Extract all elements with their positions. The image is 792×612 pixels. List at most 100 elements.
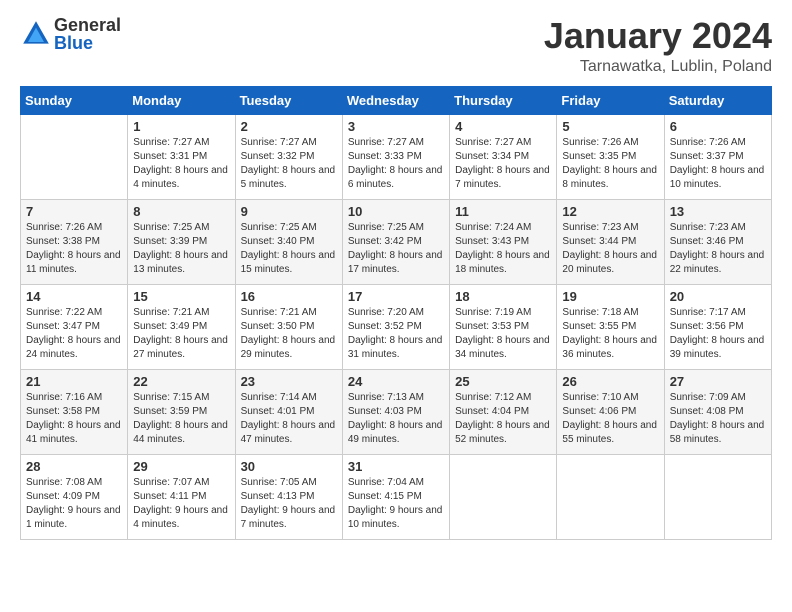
day-cell: 30 Sunrise: 7:05 AMSunset: 4:13 PMDayligh… [235,454,342,539]
day-number: 14 [26,289,122,304]
logo-general-text: General [54,16,121,34]
day-info: Sunrise: 7:10 AMSunset: 4:06 PMDaylight:… [562,391,658,447]
day-number: 25 [455,374,551,389]
day-info: Sunrise: 7:26 AMSunset: 3:37 PMDaylight:… [670,136,766,192]
day-cell: 24Sunrise: 7:13 AMSunset: 4:03 PMDayligh… [342,369,449,454]
header-friday: Friday [557,86,664,114]
day-info: Sunrise: 7:27 AMSunset: 3:33 PMDaylight:… [348,136,444,192]
day-cell: 14 Sunrise: 7:22 AMSunset: 3:47 PMDayligh… [21,284,128,369]
day-number: 18 [455,289,551,304]
day-number: 10 [348,204,444,219]
day-cell [557,454,664,539]
header-monday: Monday [128,86,235,114]
day-info: Sunrise: 7:09 AMSunset: 4:08 PMDaylight:… [670,391,766,447]
day-number: 23 [241,374,337,389]
day-cell: 1 Sunrise: 7:27 AMSunset: 3:31 PMDaylight… [128,114,235,199]
day-cell: 9 Sunrise: 7:25 AMSunset: 3:40 PMDaylight… [235,199,342,284]
week-row-1: 7 Sunrise: 7:26 AMSunset: 3:38 PMDaylight… [21,199,772,284]
header-saturday: Saturday [664,86,771,114]
day-info: Sunrise: 7:21 AMSunset: 3:50 PMDaylight:… [241,306,337,362]
day-info: Sunrise: 7:27 AMSunset: 3:34 PMDaylight:… [455,136,551,192]
header: General Blue January 2024 Tarnawatka, Lu… [20,16,772,76]
day-info: Sunrise: 7:25 AMSunset: 3:40 PMDaylight:… [241,221,337,277]
header-tuesday: Tuesday [235,86,342,114]
week-row-0: 1 Sunrise: 7:27 AMSunset: 3:31 PMDaylight… [21,114,772,199]
day-info: Sunrise: 7:26 AMSunset: 3:38 PMDaylight:… [26,221,122,277]
day-cell: 28 Sunrise: 7:08 AMSunset: 4:09 PMDayligh… [21,454,128,539]
weekday-header-row: Sunday Monday Tuesday Wednesday Thursday… [21,86,772,114]
title-section: January 2024 Tarnawatka, Lublin, Poland [544,16,772,76]
day-cell: 21 Sunrise: 7:16 AMSunset: 3:58 PMDayligh… [21,369,128,454]
day-number: 4 [455,119,551,134]
logo-blue-text: Blue [54,34,121,52]
day-info: Sunrise: 7:16 AMSunset: 3:58 PMDaylight:… [26,391,122,447]
day-cell: 26 Sunrise: 7:10 AMSunset: 4:06 PMDayligh… [557,369,664,454]
day-cell: 12Sunrise: 7:23 AMSunset: 3:44 PMDayligh… [557,199,664,284]
day-info: Sunrise: 7:24 AMSunset: 3:43 PMDaylight:… [455,221,551,277]
day-info: Sunrise: 7:22 AMSunset: 3:47 PMDaylight:… [26,306,122,362]
day-cell [21,114,128,199]
day-number: 26 [562,374,658,389]
day-number: 1 [133,119,229,134]
day-info: Sunrise: 7:08 AMSunset: 4:09 PMDaylight:… [26,476,122,532]
logo: General Blue [20,16,121,52]
day-info: Sunrise: 7:17 AMSunset: 3:56 PMDaylight:… [670,306,766,362]
day-number: 29 [133,459,229,474]
day-number: 27 [670,374,766,389]
day-number: 20 [670,289,766,304]
day-number: 19 [562,289,658,304]
day-info: Sunrise: 7:25 AMSunset: 3:39 PMDaylight:… [133,221,229,277]
day-cell: 13Sunrise: 7:23 AMSunset: 3:46 PMDayligh… [664,199,771,284]
day-number: 7 [26,204,122,219]
week-row-3: 21 Sunrise: 7:16 AMSunset: 3:58 PMDayligh… [21,369,772,454]
page: General Blue January 2024 Tarnawatka, Lu… [0,0,792,612]
day-cell: 23Sunrise: 7:14 AMSunset: 4:01 PMDayligh… [235,369,342,454]
day-number: 12 [562,204,658,219]
day-number: 21 [26,374,122,389]
day-number: 17 [348,289,444,304]
day-cell: 7 Sunrise: 7:26 AMSunset: 3:38 PMDaylight… [21,199,128,284]
header-wednesday: Wednesday [342,86,449,114]
day-cell: 15Sunrise: 7:21 AMSunset: 3:49 PMDayligh… [128,284,235,369]
day-number: 22 [133,374,229,389]
day-info: Sunrise: 7:15 AMSunset: 3:59 PMDaylight:… [133,391,229,447]
week-row-2: 14 Sunrise: 7:22 AMSunset: 3:47 PMDayligh… [21,284,772,369]
day-number: 28 [26,459,122,474]
day-cell: 17 Sunrise: 7:20 AMSunset: 3:52 PMDayligh… [342,284,449,369]
day-info: Sunrise: 7:27 AMSunset: 3:32 PMDaylight:… [241,136,337,192]
day-number: 11 [455,204,551,219]
day-info: Sunrise: 7:12 AMSunset: 4:04 PMDaylight:… [455,391,551,447]
day-cell: 31 Sunrise: 7:04 AMSunset: 4:15 PMDayligh… [342,454,449,539]
day-info: Sunrise: 7:04 AMSunset: 4:15 PMDaylight:… [348,476,444,532]
header-sunday: Sunday [21,86,128,114]
day-number: 9 [241,204,337,219]
logo-text: General Blue [54,16,121,52]
day-info: Sunrise: 7:21 AMSunset: 3:49 PMDaylight:… [133,306,229,362]
header-thursday: Thursday [450,86,557,114]
day-cell: 8 Sunrise: 7:25 AMSunset: 3:39 PMDaylight… [128,199,235,284]
day-info: Sunrise: 7:07 AMSunset: 4:11 PMDaylight:… [133,476,229,532]
day-cell: 16 Sunrise: 7:21 AMSunset: 3:50 PMDayligh… [235,284,342,369]
week-row-4: 28 Sunrise: 7:08 AMSunset: 4:09 PMDayligh… [21,454,772,539]
calendar-table: Sunday Monday Tuesday Wednesday Thursday… [20,86,772,540]
day-number: 30 [241,459,337,474]
day-info: Sunrise: 7:13 AMSunset: 4:03 PMDaylight:… [348,391,444,447]
day-info: Sunrise: 7:26 AMSunset: 3:35 PMDaylight:… [562,136,658,192]
day-cell: 2 Sunrise: 7:27 AMSunset: 3:32 PMDaylight… [235,114,342,199]
day-cell: 20 Sunrise: 7:17 AMSunset: 3:56 PMDayligh… [664,284,771,369]
day-number: 2 [241,119,337,134]
day-number: 31 [348,459,444,474]
day-cell: 29 Sunrise: 7:07 AMSunset: 4:11 PMDayligh… [128,454,235,539]
day-info: Sunrise: 7:23 AMSunset: 3:46 PMDaylight:… [670,221,766,277]
day-info: Sunrise: 7:27 AMSunset: 3:31 PMDaylight:… [133,136,229,192]
day-info: Sunrise: 7:19 AMSunset: 3:53 PMDaylight:… [455,306,551,362]
day-info: Sunrise: 7:05 AMSunset: 4:13 PMDaylight:… [241,476,337,532]
day-cell [450,454,557,539]
day-number: 16 [241,289,337,304]
day-number: 3 [348,119,444,134]
day-info: Sunrise: 7:20 AMSunset: 3:52 PMDaylight:… [348,306,444,362]
day-number: 8 [133,204,229,219]
month-title: January 2024 [544,16,772,56]
day-info: Sunrise: 7:25 AMSunset: 3:42 PMDaylight:… [348,221,444,277]
day-cell: 19Sunrise: 7:18 AMSunset: 3:55 PMDayligh… [557,284,664,369]
